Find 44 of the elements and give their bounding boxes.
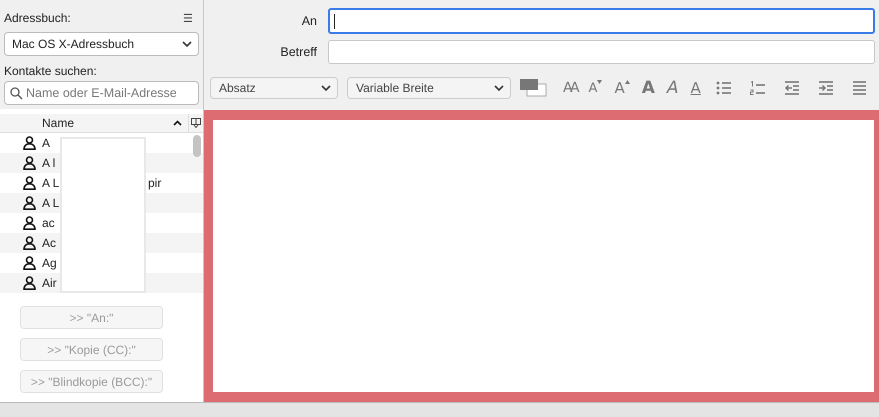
person-icon: [23, 216, 36, 230]
contact-name[interactable]: ac: [42, 216, 55, 230]
addressbook-dropdown[interactable]: Mac OS X-Adressbuch: [4, 32, 199, 56]
contact-name[interactable]: Ac: [42, 236, 56, 250]
field-label: An: [300, 14, 318, 28]
search-field[interactable]: Name oder E-Mail-Adresse: [4, 81, 199, 105]
input-field[interactable]: [328, 40, 875, 64]
menu-icon[interactable]: ☰: [183, 12, 193, 24]
column-picker-icon[interactable]: [191, 118, 201, 128]
bullet-list-icon[interactable]: [716, 81, 732, 95]
contact-name[interactable]: Ag: [42, 256, 57, 270]
contact-name[interactable]: A L: [42, 176, 60, 190]
contact-name[interactable]: A L: [42, 196, 60, 210]
person-icon: [23, 276, 36, 290]
contact-name[interactable]: A l: [42, 156, 56, 170]
person-icon: [23, 136, 36, 150]
input-field[interactable]: [328, 8, 875, 34]
person-icon: [23, 176, 36, 190]
italic-icon[interactable]: A: [666, 77, 679, 99]
underline-icon[interactable]: A: [690, 77, 701, 99]
person-icon: [23, 256, 36, 270]
chevron-icon: [321, 84, 331, 92]
indent-icon[interactable]: [818, 81, 834, 95]
text-size-icon[interactable]: AA: [563, 77, 577, 99]
search-icon: [10, 86, 23, 100]
bold-icon[interactable]: A: [642, 77, 655, 99]
contact-name[interactable]: Air: [42, 276, 57, 290]
search-label: Kontakte suchen:: [4, 64, 98, 78]
font-dropdown[interactable]: Variable Breite: [347, 77, 511, 99]
numbered-list-icon[interactable]: [750, 81, 766, 95]
person-icon: [23, 156, 36, 170]
chevron-icon: [494, 84, 504, 92]
align-icon[interactable]: [852, 81, 866, 95]
person-icon: [23, 236, 36, 250]
outdent-icon[interactable]: [784, 81, 800, 95]
addressbook-label: Adressbuch:: [4, 11, 71, 25]
color-swatch-icon[interactable]: [519, 77, 549, 99]
scrollbar-thumb[interactable]: [193, 135, 201, 157]
chevron-icon: [182, 40, 192, 48]
person-icon: [23, 196, 36, 210]
contact-name[interactable]: pir: [148, 176, 162, 190]
contact-name[interactable]: A: [42, 136, 50, 150]
paragraph-dropdown[interactable]: Absatz: [210, 77, 338, 99]
field-label: Betreff: [279, 45, 318, 59]
